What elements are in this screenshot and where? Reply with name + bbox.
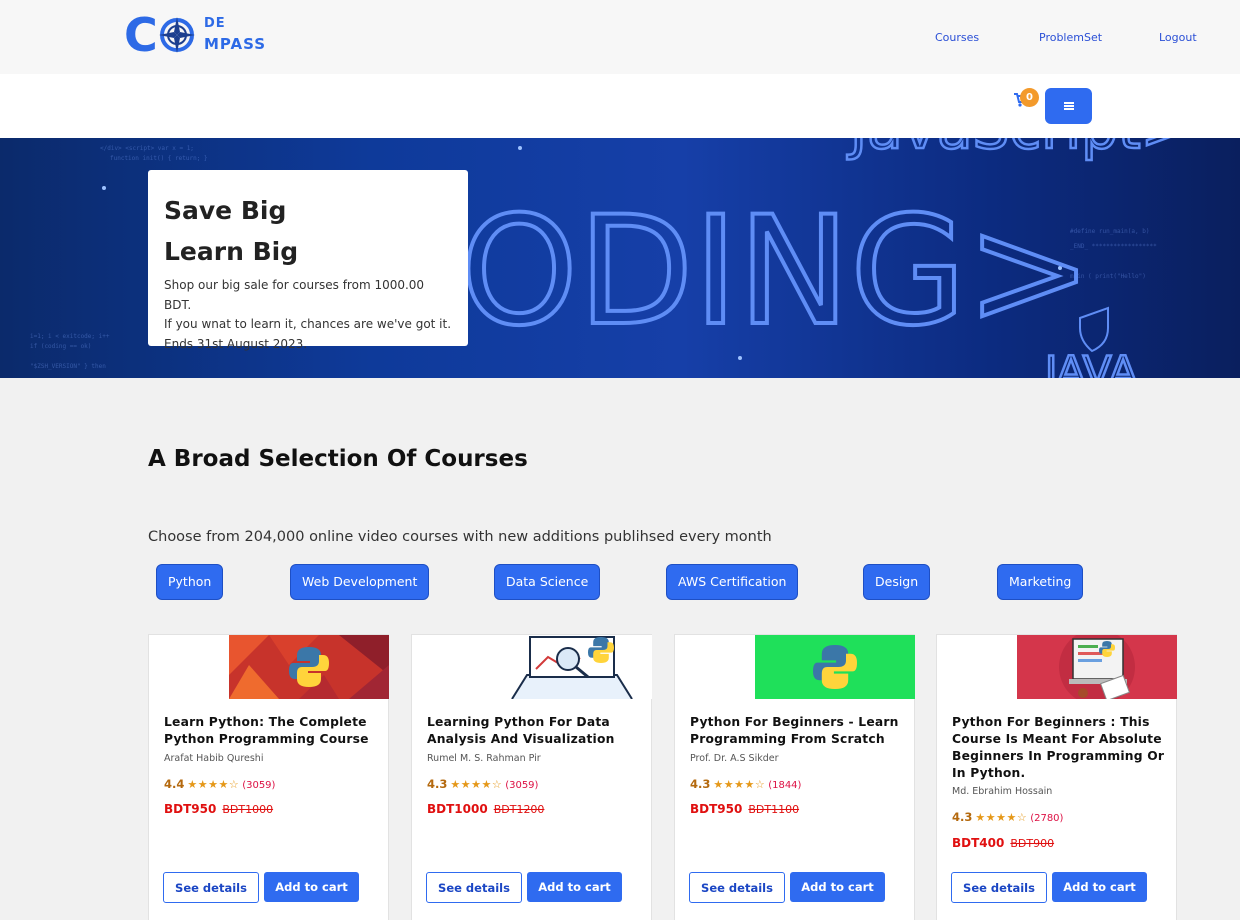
course-price: BDT950 BDT1000 bbox=[164, 802, 273, 816]
menu-button[interactable] bbox=[1045, 88, 1092, 124]
hamburger-icon bbox=[1064, 102, 1074, 104]
hero-text-line2: If you wnat to learn it, chances are we'… bbox=[164, 317, 452, 331]
course-rating: 4.3 ★★★★☆ (2780) bbox=[952, 810, 1063, 824]
course-thumbnail[interactable] bbox=[1017, 635, 1177, 699]
course-instructor: Arafat Habib Qureshi bbox=[164, 753, 264, 764]
course-thumbnail[interactable] bbox=[229, 635, 389, 699]
course-rating: 4.4 ★★★★☆ (3059) bbox=[164, 777, 275, 791]
add-to-cart-button[interactable]: Add to cart bbox=[264, 872, 359, 902]
svg-text:"$ZSH_VERSION" } then: "$ZSH_VERSION" } then bbox=[30, 363, 106, 370]
rating-count: (2780) bbox=[1030, 813, 1064, 824]
original-price: BDT1100 bbox=[748, 803, 800, 816]
see-details-button[interactable]: See details bbox=[163, 872, 259, 903]
top-navbar: C DE MPASS Courses ProblemSet Logout bbox=[0, 0, 1240, 74]
svg-text:function init() { return; }: function init() { return; } bbox=[110, 155, 208, 162]
course-price: BDT400 BDT900 bbox=[952, 836, 1054, 850]
svg-text:i=1; i < exitcode; i++: i=1; i < exitcode; i++ bbox=[30, 333, 110, 340]
compass-icon bbox=[159, 17, 195, 53]
nav-link-courses[interactable]: Courses bbox=[935, 31, 979, 44]
original-price: BDT1000 bbox=[222, 803, 274, 816]
see-details-button[interactable]: See details bbox=[426, 872, 522, 903]
current-price: BDT400 bbox=[952, 836, 1005, 850]
hero-heading-line1: Save Big bbox=[164, 196, 287, 225]
course-instructor: Prof. Dr. A.S Sikder bbox=[690, 753, 779, 764]
see-details-button[interactable]: See details bbox=[951, 872, 1047, 903]
rating-value: 4.3 bbox=[690, 777, 711, 791]
action-bar: 0 bbox=[0, 74, 1240, 138]
hero-banner: </div> <script> var x = 1; function init… bbox=[0, 138, 1240, 378]
current-price: BDT950 bbox=[164, 802, 217, 816]
nav-link-problemset[interactable]: ProblemSet bbox=[1039, 31, 1102, 44]
category-design[interactable]: Design bbox=[863, 564, 931, 600]
hero-promo-card: Save Big Learn Big Shop our big sale for… bbox=[148, 170, 468, 351]
hero-text: Shop our big sale for courses from 1000.… bbox=[164, 276, 452, 354]
category-web-development[interactable]: Web Development bbox=[290, 564, 430, 600]
rating-count: (1844) bbox=[768, 780, 802, 791]
section-subtitle: Choose from 204,000 online video courses… bbox=[148, 529, 772, 545]
course-instructor: Rumel M. S. Rahman Pir bbox=[427, 753, 541, 764]
category-python[interactable]: Python bbox=[156, 564, 224, 600]
nav-link-logout[interactable]: Logout bbox=[1159, 31, 1197, 44]
svg-text:JavaScript>: JavaScript> bbox=[847, 138, 1189, 162]
original-price: BDT1200 bbox=[493, 803, 545, 816]
course-card[interactable]: Python For Beginners - Learn Programming… bbox=[674, 634, 915, 920]
rating-value: 4.3 bbox=[427, 777, 448, 791]
hero-bg-word: ODING> bbox=[460, 185, 1092, 359]
logo-text-de: DE bbox=[204, 16, 226, 31]
course-title[interactable]: Learn Python: The Complete Python Progra… bbox=[164, 714, 379, 748]
current-price: BDT1000 bbox=[427, 802, 488, 816]
course-title[interactable]: Learning Python For Data Analysis And Vi… bbox=[427, 714, 642, 748]
rating-count: (3059) bbox=[242, 780, 276, 791]
course-title[interactable]: Python For Beginners - Learn Programming… bbox=[690, 714, 905, 748]
course-card[interactable]: Learn Python: The Complete Python Progra… bbox=[148, 634, 389, 920]
svg-text:</div> <script> var x = 1;: </div> <script> var x = 1; bbox=[100, 145, 194, 152]
course-card[interactable]: Python For Beginners : This Course Is Me… bbox=[936, 634, 1177, 920]
hero-text-line1: Shop our big sale for courses from 1000.… bbox=[164, 278, 425, 312]
rating-stars-icon: ★★★★☆ bbox=[713, 778, 766, 791]
hero-heading-line2: Learn Big bbox=[164, 237, 299, 266]
current-price: BDT950 bbox=[690, 802, 743, 816]
course-title[interactable]: Python For Beginners : This Course Is Me… bbox=[952, 714, 1167, 782]
course-rating: 4.3 ★★★★☆ (1844) bbox=[690, 777, 801, 791]
code-compass-logo[interactable]: C DE MPASS bbox=[124, 8, 274, 62]
course-price: BDT1000 BDT1200 bbox=[427, 802, 544, 816]
rating-stars-icon: ★★★★☆ bbox=[450, 778, 503, 791]
category-marketing[interactable]: Marketing bbox=[997, 564, 1084, 600]
course-thumbnail[interactable] bbox=[755, 635, 915, 699]
course-card[interactable]: Learning Python For Data Analysis And Vi… bbox=[411, 634, 652, 920]
course-rating: 4.3 ★★★★☆ (3059) bbox=[427, 777, 538, 791]
logo-text-mpass: MPASS bbox=[204, 35, 267, 53]
add-to-cart-button[interactable]: Add to cart bbox=[1052, 872, 1147, 902]
rating-value: 4.4 bbox=[164, 777, 185, 791]
hero-text-line3: Ends 31st August 2023. bbox=[164, 336, 308, 351]
course-thumbnail[interactable] bbox=[492, 635, 652, 699]
original-price: BDT900 bbox=[1010, 837, 1055, 850]
rating-value: 4.3 bbox=[952, 810, 973, 824]
logo-letter-c: C bbox=[124, 8, 158, 62]
course-price: BDT950 BDT1100 bbox=[690, 802, 799, 816]
add-to-cart-button[interactable]: Add to cart bbox=[790, 872, 885, 902]
add-to-cart-button[interactable]: Add to cart bbox=[527, 872, 622, 902]
cart-count-badge: 0 bbox=[1020, 88, 1039, 107]
rating-stars-icon: ★★★★☆ bbox=[187, 778, 240, 791]
rating-count: (3059) bbox=[505, 780, 539, 791]
svg-text:JAVA: JAVA bbox=[1042, 347, 1138, 378]
category-aws-certification[interactable]: AWS Certification bbox=[666, 564, 799, 600]
see-details-button[interactable]: See details bbox=[689, 872, 785, 903]
svg-text:if (coding == ok): if (coding == ok) bbox=[30, 343, 91, 350]
category-data-science[interactable]: Data Science bbox=[494, 564, 601, 600]
section-title: A Broad Selection Of Courses bbox=[148, 446, 528, 472]
course-instructor: Md. Ebrahim Hossain bbox=[952, 786, 1053, 797]
rating-stars-icon: ★★★★☆ bbox=[975, 811, 1028, 824]
